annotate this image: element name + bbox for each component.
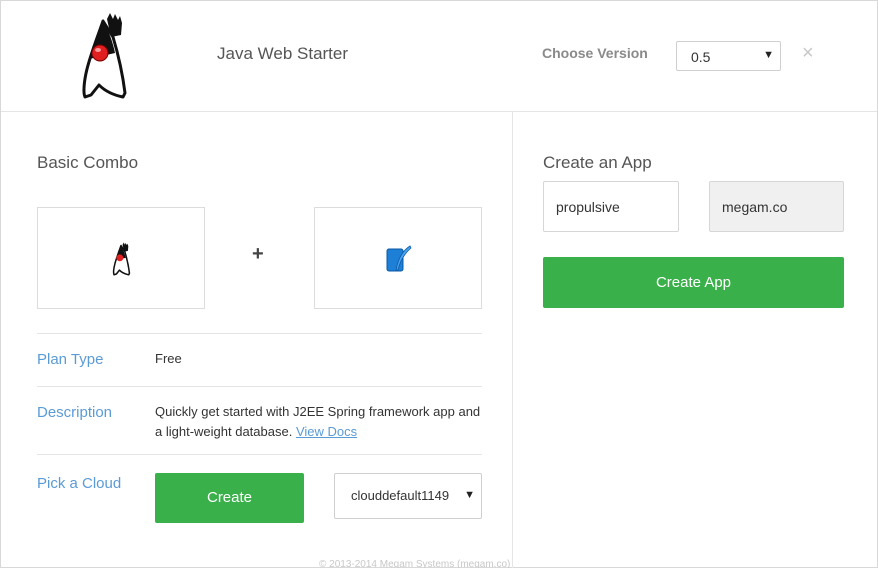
description-text: Quickly get started with J2EE Spring fra… <box>155 402 482 442</box>
create-app-button[interactable]: Create App <box>543 257 844 308</box>
combo-item-java <box>37 207 205 309</box>
plus-sign: + <box>252 243 264 265</box>
dialog-header: Java Web Starter Choose Version 0.5 ▼ × <box>1 1 877 112</box>
caret-down-icon: ▼ <box>763 49 774 61</box>
cloud-select[interactable]: clouddefault1149 ▼ <box>334 473 482 519</box>
app-title: Java Web Starter <box>217 44 349 63</box>
starter-dialog: Java Web Starter Choose Version 0.5 ▼ × … <box>0 0 878 568</box>
column-divider <box>512 112 513 568</box>
close-icon[interactable]: × <box>802 43 814 63</box>
version-select[interactable]: 0.5 ▼ <box>676 41 781 71</box>
create-app-title: Create an App <box>543 153 652 172</box>
app-name-input[interactable] <box>543 181 679 232</box>
domain-input[interactable] <box>709 181 844 232</box>
combo-item-database <box>314 207 482 309</box>
divider <box>37 454 482 455</box>
plan-type-label: Plan Type <box>37 351 104 368</box>
footer-copyright: © 2013-2014 Megam Systems (megam.co) <box>319 559 511 568</box>
divider <box>37 333 482 334</box>
view-docs-link[interactable]: View Docs <box>296 424 357 439</box>
description-label: Description <box>37 404 113 421</box>
create-button[interactable]: Create <box>155 473 304 523</box>
java-duke-icon <box>112 242 131 276</box>
java-duke-icon <box>82 13 127 99</box>
version-select-value: 0.5 <box>691 49 711 65</box>
database-feather-icon <box>386 245 412 272</box>
choose-version-label: Choose Version <box>542 45 648 61</box>
divider <box>37 386 482 387</box>
pick-cloud-label: Pick a Cloud <box>37 475 122 492</box>
caret-down-icon: ▼ <box>464 489 475 501</box>
cloud-select-value: clouddefault1149 <box>351 488 450 503</box>
plan-type-value: Free <box>155 351 182 366</box>
basic-combo-title: Basic Combo <box>37 153 139 172</box>
